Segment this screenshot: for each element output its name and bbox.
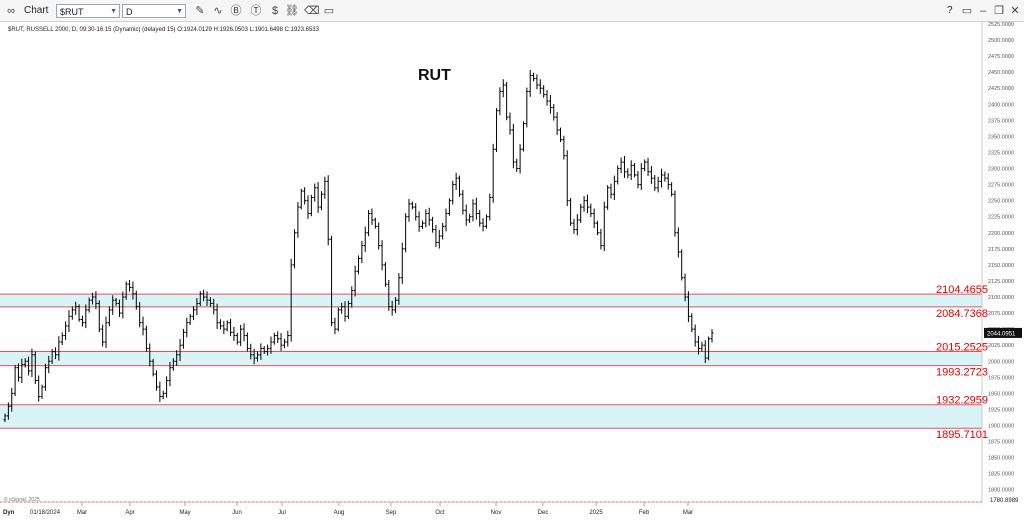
y-min-label: 1780.8989 [990,498,1019,504]
y-tick-label: 2425.0000 [988,86,1014,92]
y-tick-label: 2325.0000 [988,150,1014,156]
zone-fill [0,294,982,307]
chart-title: RUT [418,67,451,84]
circle-b-icon[interactable]: Ⓑ [229,3,243,19]
y-tick-label: 1975.0000 [988,375,1014,381]
x-tick-label: Nov [491,510,502,516]
pencil-icon[interactable]: ✎ [193,3,207,19]
y-tick-label: 2225.0000 [988,215,1014,221]
help-button[interactable]: ? [947,3,953,19]
y-tick-label: 2275.0000 [988,183,1014,189]
eraser-icon[interactable]: ⌫ [304,3,320,19]
x-tick-label: Oct [435,510,445,516]
y-tick-label: 1950.0000 [988,391,1014,397]
zone-upper-label: 2015.2525 [936,341,988,353]
start-date-label: 01/18/2024 [30,510,61,516]
menu-icon[interactable]: ▭ [960,3,974,19]
chevron-down-icon[interactable]: ▼ [176,5,183,19]
chart-background [0,22,1024,520]
y-tick-label: 1850.0000 [988,456,1014,462]
x-tick-label: 2025 [589,510,603,516]
wave-icon[interactable]: ∿ [211,3,225,19]
y-tick-label: 1900.0000 [988,423,1014,429]
corner-label[interactable]: Dyn [3,510,15,516]
symbol-input[interactable]: $RUT ▼ [56,4,120,18]
x-tick-label: Aug [334,510,345,516]
zone-lower-label: 1993.2723 [936,367,988,379]
close-icon[interactable]: ✕ [1008,3,1022,19]
x-tick-label: Sep [386,510,397,516]
x-tick-label: Mar [77,510,87,516]
chevron-down-icon[interactable]: ▼ [110,5,117,19]
y-tick-label: 2375.0000 [988,118,1014,124]
chart-info-line: $RUT, RUSSELL 2000, D, 09:30-16:15 (Dyna… [8,27,320,33]
y-tick-label: 2025.0000 [988,343,1014,349]
y-tick-label: 2475.0000 [988,54,1014,60]
app-label: Chart [24,5,49,16]
y-tick-label: 2125.0000 [988,279,1014,285]
chain-link-icon[interactable]: ⛓ [285,3,299,19]
y-tick-label: 1825.0000 [988,472,1014,478]
y-tick-label: 1925.0000 [988,407,1014,413]
copyright-text: © eSignal, 2025 [4,496,40,503]
y-tick-label: 2075.0000 [988,311,1014,317]
y-tick-label: 2450.0000 [988,70,1014,76]
zone-fill [0,404,982,429]
comment-icon[interactable]: ▭ [322,3,336,19]
y-tick-label: 2250.0000 [988,199,1014,205]
y-tick-label: 2000.0000 [988,359,1014,365]
y-tick-label: 2350.0000 [988,134,1014,140]
x-tick-label: Jun [232,510,242,516]
x-tick-label: Feb [639,510,650,516]
circle-t-icon[interactable]: Ⓣ [249,3,263,19]
y-tick-label: 2500.0000 [988,38,1014,44]
zone-lower-label: 1895.7101 [936,429,988,441]
circle-dollar-icon[interactable]: $ [268,3,282,19]
y-tick-label: 1800.0000 [988,488,1014,494]
y-tick-label: 2400.0000 [988,102,1014,108]
y-tick-label: 2300.0000 [988,167,1014,173]
x-tick-label: Apr [125,510,134,516]
interval-select[interactable]: D ▼ [122,4,186,18]
y-tick-label: 2150.0000 [988,263,1014,269]
chart-toolbar: ∞ Chart $RUT ▼ D ▼ ✎ ∿ Ⓑ Ⓣ $ ⛓ ⌫ ▭ ? ▭ – ❐… [0,0,1024,22]
zone-upper-label: 2104.4655 [936,284,988,296]
restore-icon[interactable]: ❐ [992,3,1006,19]
y-tick-label: 2525.0000 [988,22,1014,28]
x-tick-label: Jul [278,510,286,516]
ohlc-chart[interactable]: 2104.4655 2084.7368 2015.2525 1993.2723 1932… [0,22,1024,520]
y-tick-label: 2100.0000 [988,295,1014,301]
x-tick-label: Mar [683,510,693,516]
x-tick-label: May [179,510,190,516]
zone-upper-label: 1932.2959 [936,395,988,407]
y-tick-label: 1875.0000 [988,440,1014,446]
zone-lower-label: 2084.7368 [936,308,988,320]
y-tick-label: 2200.0000 [988,231,1014,237]
minimize-icon[interactable]: – [976,3,990,19]
link-icon[interactable]: ∞ [4,3,18,19]
y-tick-label: 2175.0000 [988,247,1014,253]
zone-fill [0,351,982,366]
last-price-label: 2044.0951 [987,331,1016,337]
x-tick-label: Dec [538,510,549,516]
